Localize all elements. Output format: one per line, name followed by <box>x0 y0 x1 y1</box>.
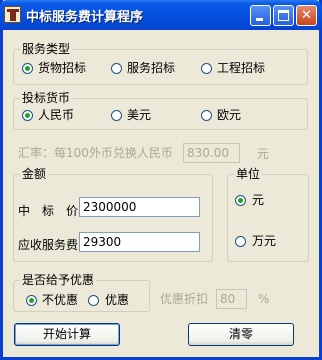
radio-discount[interactable] <box>88 295 99 306</box>
close-icon: ✕ <box>301 8 312 23</box>
exchange-rate-label: 汇率：每100外币兑换人民币 <box>18 146 173 160</box>
unit-group: 单位 <box>227 167 309 262</box>
discount-rate-unit: % <box>258 292 270 306</box>
window-title: 中标服务费计算程序 <box>26 10 144 25</box>
radio-unit-yuan-label[interactable]: 元 <box>252 193 264 207</box>
radio-goods-tender[interactable] <box>22 63 33 74</box>
maximize-button[interactable] <box>273 5 294 26</box>
radio-service-tender-label[interactable]: 服务招标 <box>127 61 175 75</box>
radio-usd[interactable] <box>111 110 122 121</box>
service-type-title: 服务类型 <box>20 42 73 56</box>
app-icon <box>4 6 21 23</box>
title-bar[interactable]: 中标服务费计算程序 ✕ <box>0 0 322 30</box>
clear-button[interactable]: 清零 <box>188 323 294 346</box>
radio-eur[interactable] <box>201 110 212 121</box>
amount-title: 金额 <box>20 167 49 181</box>
radio-unit-yuan[interactable] <box>235 195 246 206</box>
exchange-rate-input[interactable]: 830.00 <box>183 143 240 163</box>
discount-title: 是否给予优惠 <box>20 273 97 287</box>
radio-rmb-label[interactable]: 人民币 <box>38 108 74 122</box>
radio-usd-label[interactable]: 美元 <box>127 108 151 122</box>
radio-unit-wanyuan-label[interactable]: 万元 <box>252 234 276 248</box>
minimize-icon <box>256 18 263 21</box>
service-fee-label: 应收服务费 <box>18 238 79 252</box>
radio-service-tender[interactable] <box>111 63 122 74</box>
service-fee-input[interactable]: 29300 <box>79 232 200 252</box>
radio-goods-tender-label[interactable]: 货物招标 <box>38 61 86 75</box>
radio-eur-label[interactable]: 欧元 <box>217 108 241 122</box>
close-button[interactable]: ✕ <box>296 5 317 26</box>
bid-price-input[interactable]: 2300000 <box>79 197 200 217</box>
minimize-button[interactable] <box>250 5 271 26</box>
radio-unit-wanyuan[interactable] <box>235 236 246 247</box>
discount-rate-label: 优惠折扣 <box>160 292 209 306</box>
radio-engineering-tender-label[interactable]: 工程招标 <box>217 61 265 75</box>
discount-rate-input[interactable]: 80 <box>216 289 247 309</box>
exchange-rate-unit: 元 <box>257 147 270 161</box>
bid-price-label: 中 标 价 <box>18 204 79 218</box>
radio-rmb[interactable] <box>22 110 33 121</box>
radio-no-discount-label[interactable]: 不优惠 <box>42 293 78 307</box>
calculate-button[interactable]: 开始计算 <box>14 323 120 346</box>
radio-no-discount[interactable] <box>26 295 37 306</box>
unit-title: 单位 <box>234 167 263 181</box>
currency-title: 投标货币 <box>20 91 73 105</box>
radio-discount-label[interactable]: 优惠 <box>105 293 129 307</box>
radio-engineering-tender[interactable] <box>201 63 212 74</box>
maximize-icon <box>278 10 289 21</box>
